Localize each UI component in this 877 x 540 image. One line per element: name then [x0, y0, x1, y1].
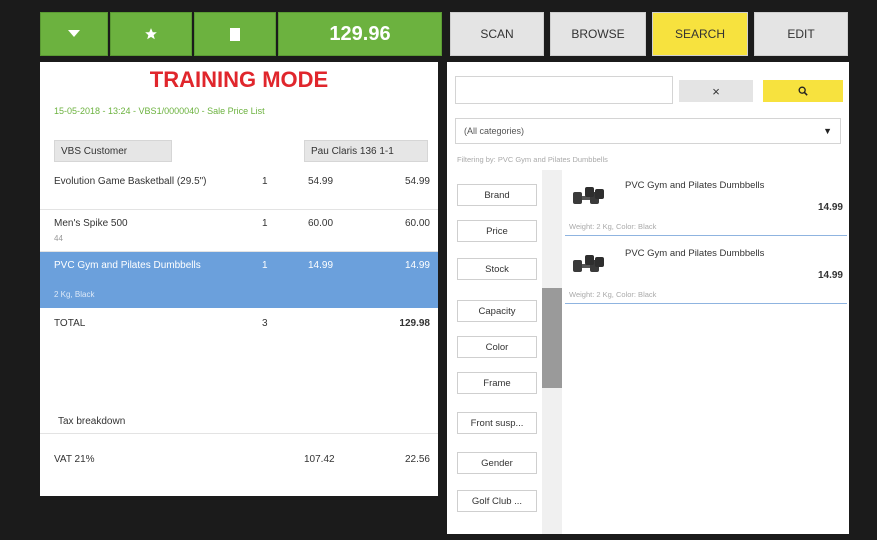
product-price: 14.99 [817, 202, 843, 213]
tax-name: VAT 21% [54, 454, 95, 465]
filter-price[interactable]: Price [457, 220, 537, 242]
product-description: Weight: 2 Kg, Color: Black [569, 290, 657, 299]
filter-capacity[interactable]: Capacity [457, 300, 537, 322]
line-price: 54.99 [308, 176, 334, 187]
tab-search[interactable]: SEARCH [652, 12, 748, 56]
ticket-line-selected[interactable]: PVC Gym and Pilates Dumbbells 2 Kg, Blac… [40, 252, 438, 308]
new-ticket-button[interactable] [194, 12, 276, 56]
tab-label: SEARCH [674, 27, 725, 41]
tab-label: SCAN [480, 27, 514, 41]
line-amount: 54.99 [404, 176, 430, 187]
filter-front-suspension[interactable]: Front susp... [457, 412, 537, 434]
line-qty: 1 [262, 176, 268, 187]
filter-scrollbar[interactable] [542, 170, 562, 534]
customer-button[interactable]: VBS Customer [54, 140, 172, 162]
search-panel: × (All categories) ▼ Filtering by: PVC G… [447, 62, 849, 534]
scroll-thumb[interactable] [542, 288, 562, 388]
dumbbell-icon [573, 255, 604, 272]
line-variant: 44 [54, 234, 63, 243]
product-item[interactable]: PVC Gym and Pilates Dumbbells 14.99 Weig… [565, 242, 847, 304]
favorites-button[interactable] [110, 12, 192, 56]
filter-golf-club[interactable]: Golf Club ... [457, 490, 537, 512]
price-list-button[interactable]: Pau Claris 136 1-1 [304, 140, 428, 162]
product-price: 14.99 [817, 270, 843, 281]
line-price: 14.99 [308, 260, 334, 271]
filter-stock[interactable]: Stock [457, 258, 537, 280]
product-description: Weight: 2 Kg, Color: Black [569, 222, 657, 231]
ticket-total-button[interactable]: 129.96 [278, 12, 442, 56]
ticket-total-row: TOTAL 3 129.98 [40, 308, 438, 338]
tax-row: VAT 21% 107.42 22.56 [40, 434, 438, 474]
filter-label: Color [485, 341, 509, 353]
tab-browse[interactable]: BROWSE [550, 12, 646, 56]
close-icon: × [712, 83, 720, 99]
filter-label: Brand [484, 189, 510, 201]
category-label: (All categories) [464, 126, 525, 136]
price-list-label: Pau Claris 136 1-1 [311, 145, 394, 157]
filter-frame[interactable]: Frame [457, 372, 537, 394]
ticket-meta: 15-05-2018 - 13:24 - VBS1/0000040 - Sale… [54, 106, 265, 116]
ticket-panel: TRAINING MODE 15-05-2018 - 13:24 - VBS1/… [40, 62, 438, 496]
chevron-down-icon: ▼ [823, 126, 832, 136]
tax-label: Tax breakdown [58, 416, 126, 427]
total-label: TOTAL [54, 318, 86, 329]
clear-search-button[interactable]: × [679, 80, 753, 102]
filter-label: Capacity [478, 305, 516, 317]
tab-label: EDIT [787, 27, 815, 41]
filter-label: Front susp... [470, 417, 524, 429]
filter-label: Stock [485, 263, 509, 275]
category-select[interactable]: (All categories) ▼ [455, 118, 841, 144]
line-amount: 60.00 [404, 218, 430, 229]
filter-label: Price [486, 225, 508, 237]
product-name: PVC Gym and Pilates Dumbbells [625, 180, 765, 191]
tab-scan[interactable]: SCAN [450, 12, 544, 56]
menu-button[interactable] [40, 12, 108, 56]
tax-base: 107.42 [304, 454, 335, 465]
filter-label: Gender [481, 457, 513, 469]
filter-gender[interactable]: Gender [457, 452, 537, 474]
ticket-line[interactable]: Evolution Game Basketball (29.5") 1 54.9… [40, 170, 438, 210]
line-name: PVC Gym and Pilates Dumbbells [54, 260, 201, 271]
search-input[interactable] [455, 76, 673, 104]
customer-label: VBS Customer [61, 145, 128, 157]
training-mode-title: TRAINING MODE [149, 67, 329, 92]
total-qty: 3 [262, 318, 268, 329]
search-icon [798, 86, 808, 96]
dumbbell-icon [573, 187, 604, 204]
filter-color[interactable]: Color [457, 336, 537, 358]
search-button[interactable] [763, 80, 843, 102]
tax-amount: 22.56 [404, 454, 430, 465]
line-name: Evolution Game Basketball (29.5") [54, 176, 207, 187]
line-amount: 14.99 [404, 260, 430, 271]
line-qty: 1 [262, 218, 268, 229]
product-item[interactable]: PVC Gym and Pilates Dumbbells 14.99 Weig… [565, 174, 847, 236]
line-name: Men's Spike 500 [54, 218, 128, 229]
line-qty: 1 [262, 260, 268, 271]
total-amount: 129.98 [399, 318, 430, 329]
dropdown-icon [68, 30, 80, 37]
document-icon [230, 27, 240, 41]
tax-header: Tax breakdown [40, 406, 438, 434]
line-price: 60.00 [308, 218, 334, 229]
filter-note: Filtering by: PVC Gym and Pilates Dumbbe… [457, 155, 608, 164]
tab-label: BROWSE [571, 27, 625, 41]
filter-label: Golf Club ... [471, 495, 523, 507]
filter-brand[interactable]: Brand [457, 184, 537, 206]
tab-edit[interactable]: EDIT [754, 12, 848, 56]
filter-label: Frame [483, 377, 511, 389]
star-icon [145, 28, 157, 40]
product-name: PVC Gym and Pilates Dumbbells [625, 248, 765, 259]
line-variant: 2 Kg, Black [54, 290, 95, 299]
ticket-line[interactable]: Men's Spike 500 44 1 60.00 60.00 [40, 210, 438, 252]
ticket-total: 129.96 [329, 22, 391, 45]
